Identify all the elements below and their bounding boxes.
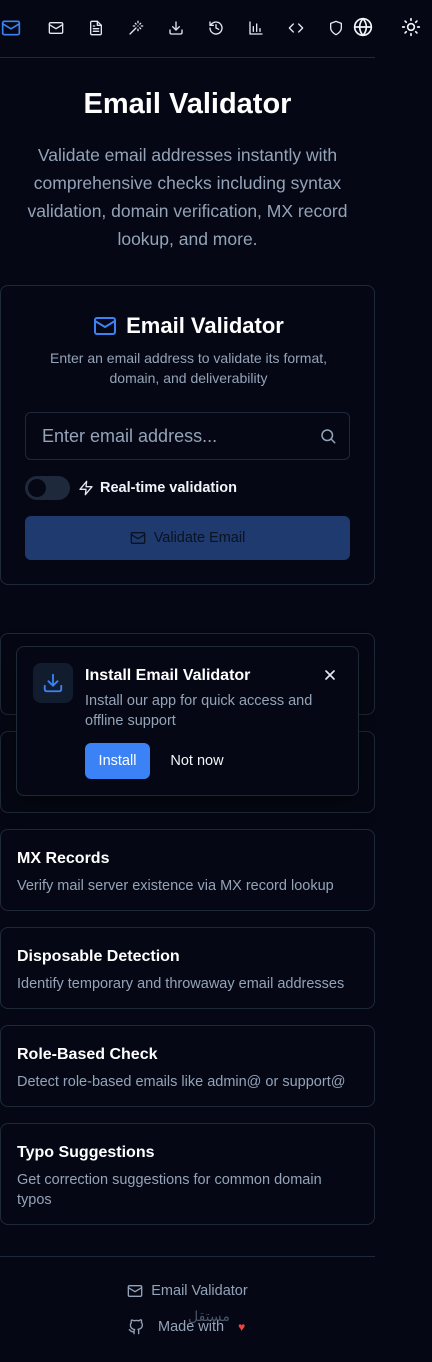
install-popup-title: Install Email Validator <box>85 667 251 684</box>
mail-icon[interactable] <box>1 18 21 38</box>
feature-card-typo-suggestions: Typo Suggestions Get correction suggesti… <box>0 1123 375 1225</box>
feature-description: Detect role-based emails like admin@ or … <box>17 1074 346 1090</box>
feature-card-disposable-detection: Disposable Detection Identify temporary … <box>0 927 375 1009</box>
history-icon[interactable] <box>206 18 226 38</box>
heart-icon: ♥ <box>238 1320 246 1334</box>
watermark: مستقل <box>188 1309 230 1325</box>
email-input[interactable] <box>25 412 350 460</box>
validate-email-button[interactable]: Validate Email <box>25 516 350 560</box>
page: Email Validator Validate email addresses… <box>0 0 375 1362</box>
file-text-icon[interactable] <box>86 18 106 38</box>
bar-chart-icon[interactable] <box>246 18 266 38</box>
validator-card: Email Validator Enter an email address t… <box>0 285 375 585</box>
install-icon-box <box>33 663 73 703</box>
validator-card-title: Email Validator <box>126 313 284 338</box>
feature-card-role-based-check: Role-Based Check Detect role-based email… <box>0 1025 375 1107</box>
download-icon[interactable] <box>166 18 186 38</box>
realtime-validation-label: Real-time validation <box>100 480 237 496</box>
feature-title: MX Records <box>17 850 110 867</box>
validator-card-description: Enter an email address to validate its f… <box>49 350 328 386</box>
footer-divider <box>0 1256 375 1257</box>
install-button[interactable]: Install <box>85 743 150 779</box>
search-icon[interactable] <box>319 427 337 445</box>
install-popup-description: Install our app for quick access and off… <box>85 693 313 729</box>
footer-brand: Email Validator <box>0 1283 375 1299</box>
mail-icon <box>94 317 117 335</box>
feature-description: Get correction suggestions for common do… <box>17 1172 322 1208</box>
realtime-validation-toggle[interactable] <box>25 476 70 500</box>
not-now-button[interactable]: Not now <box>162 743 232 779</box>
feature-description: Identify temporary and throwaway email a… <box>17 976 345 992</box>
right-strip <box>375 0 432 1362</box>
magic-wand-icon[interactable] <box>126 18 146 38</box>
feature-title: Disposable Detection <box>17 948 180 965</box>
code-icon[interactable] <box>286 18 306 38</box>
close-icon[interactable] <box>322 667 338 683</box>
install-app-popup: Install Email Validator Install our app … <box>16 646 359 796</box>
download-icon <box>43 673 63 693</box>
mail-icon <box>127 1285 143 1297</box>
sun-icon[interactable] <box>401 17 423 39</box>
feature-description: Verify mail server existence via MX reco… <box>17 878 334 894</box>
top-nav <box>0 0 375 58</box>
feature-card-mx-records: MX Records Verify mail server existence … <box>0 829 375 911</box>
lightning-icon <box>78 480 94 496</box>
feature-title: Typo Suggestions <box>17 1144 155 1161</box>
page-subtitle: Validate email addresses instantly with … <box>27 145 348 249</box>
footer-brand-label: Email Validator <box>151 1283 248 1299</box>
mail-icon[interactable] <box>46 18 66 38</box>
feature-title: Role-Based Check <box>17 1046 158 1063</box>
page-title: Email Validator <box>83 88 292 120</box>
validator-card-header: Email Validator <box>1 313 376 339</box>
validate-email-label: Validate Email <box>153 530 246 546</box>
toggle-knob <box>28 479 46 497</box>
mail-icon <box>130 532 146 544</box>
shield-icon[interactable] <box>326 18 346 38</box>
globe-icon[interactable] <box>353 17 375 39</box>
github-icon[interactable] <box>128 1319 144 1335</box>
